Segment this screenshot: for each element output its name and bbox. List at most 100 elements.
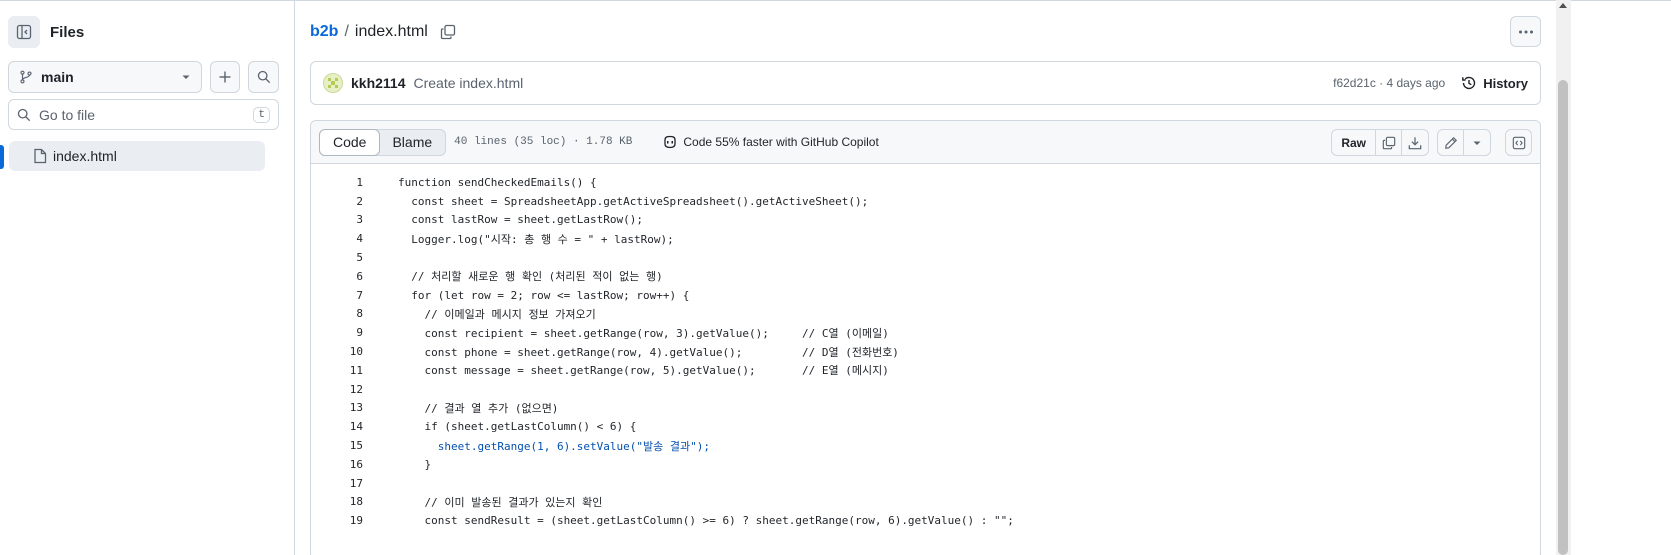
file-icon bbox=[33, 148, 47, 164]
breadcrumb: b2b / index.html bbox=[310, 20, 456, 44]
line-code: const recipient = sheet.getRange(row, 3)… bbox=[398, 326, 889, 340]
line-number[interactable]: 19 bbox=[311, 514, 363, 527]
line-number[interactable]: 7 bbox=[311, 289, 363, 302]
code-line: 13 // 결과 열 추가 (없으면) bbox=[311, 399, 1540, 418]
line-number[interactable]: 10 bbox=[311, 345, 363, 358]
tab-code[interactable]: Code bbox=[319, 128, 381, 156]
sidebar-collapse-icon bbox=[16, 24, 32, 40]
search-icon bbox=[257, 70, 271, 84]
history-label: History bbox=[1483, 75, 1528, 91]
go-to-file-field[interactable]: t bbox=[8, 99, 279, 130]
raw-button[interactable]: Raw bbox=[1332, 130, 1376, 155]
line-code: const phone = sheet.getRange(row, 4).get… bbox=[398, 345, 899, 359]
line-code: // 결과 열 추가 (없으면) bbox=[398, 401, 559, 415]
sidebar-title: Files bbox=[50, 23, 85, 41]
code-line: 2 const sheet = SpreadsheetApp.getActive… bbox=[311, 192, 1540, 211]
breadcrumb-repo-link[interactable]: b2b bbox=[310, 23, 338, 41]
view-mode-toggle: Code Blame bbox=[319, 128, 447, 156]
line-code: for (let row = 2; row <= lastRow; row++)… bbox=[398, 288, 690, 302]
line-code: Logger.log("시작: 총 행 수 = " + lastRow); bbox=[398, 232, 674, 246]
triangle-down-icon bbox=[1472, 138, 1482, 148]
code-line: 11 const message = sheet.getRange(row, 5… bbox=[311, 361, 1540, 380]
code-line: 1 function sendCheckedEmails() { bbox=[311, 173, 1540, 192]
collapse-sidebar-button[interactable] bbox=[8, 16, 40, 48]
line-code: // 처리할 새로운 행 확인 (처리된 적이 없는 행) bbox=[398, 270, 663, 284]
line-number[interactable]: 14 bbox=[311, 420, 363, 433]
pencil-icon bbox=[1444, 136, 1458, 150]
code-line: 16 } bbox=[311, 455, 1540, 474]
download-button[interactable] bbox=[1402, 130, 1428, 155]
line-number[interactable]: 13 bbox=[311, 401, 363, 414]
code-line: 10 const phone = sheet.getRange(row, 4).… bbox=[311, 342, 1540, 361]
line-code: if (sheet.getLastColumn() < 6) { bbox=[398, 420, 637, 434]
plus-icon bbox=[218, 70, 232, 84]
copy-path-button[interactable] bbox=[440, 24, 456, 40]
line-number[interactable]: 15 bbox=[311, 439, 363, 452]
line-code: const message = sheet.getRange(row, 5).g… bbox=[398, 364, 889, 378]
sidebar-header: Files bbox=[8, 16, 84, 48]
raw-actions-group: Raw bbox=[1331, 129, 1429, 156]
more-options-button[interactable] bbox=[1510, 16, 1541, 47]
line-code: const sheet = SpreadsheetApp.getActiveSp… bbox=[398, 194, 869, 208]
edit-button[interactable] bbox=[1438, 130, 1464, 155]
code-line: 7 for (let row = 2; row <= lastRow; row+… bbox=[311, 286, 1540, 305]
page-scrollbar-thumb[interactable] bbox=[1558, 80, 1568, 555]
code-line: 15 sheet.getRange(1, 6).setValue("발송 결과"… bbox=[311, 436, 1540, 455]
commit-message[interactable]: Create index.html bbox=[414, 75, 524, 91]
copy-raw-button[interactable] bbox=[1376, 130, 1402, 155]
commit-meta[interactable]: f62d21c · 4 days ago bbox=[1333, 76, 1445, 90]
line-number[interactable]: 4 bbox=[311, 232, 363, 245]
search-button[interactable] bbox=[248, 61, 279, 93]
go-to-file-input[interactable] bbox=[39, 106, 254, 123]
code-content: 1 function sendCheckedEmails() {2 const s… bbox=[311, 164, 1540, 530]
code-line: 18 // 이미 발송된 결과가 있는지 확인 bbox=[311, 493, 1540, 512]
tree-item-index-html[interactable]: index.html bbox=[9, 141, 265, 171]
tab-blame[interactable]: Blame bbox=[379, 130, 445, 155]
code-line: 3 const lastRow = sheet.getLastRow(); bbox=[311, 211, 1540, 230]
line-number[interactable]: 3 bbox=[311, 213, 363, 226]
add-file-button[interactable] bbox=[209, 61, 241, 93]
scroll-up-arrow[interactable] bbox=[1559, 3, 1567, 8]
commit-author[interactable]: kkh2114 bbox=[351, 75, 406, 91]
line-code: sheet.getRange(1, 6).setValue("발송 결과"); bbox=[398, 439, 711, 453]
file-stats: 40 lines (35 loc) · 1.78 KB bbox=[454, 136, 633, 148]
line-number[interactable]: 16 bbox=[311, 458, 363, 471]
triangle-down-icon bbox=[181, 72, 191, 82]
avatar[interactable] bbox=[323, 73, 343, 93]
symbols-icon bbox=[1512, 136, 1526, 150]
line-number[interactable]: 8 bbox=[311, 307, 363, 320]
branch-selector[interactable]: main bbox=[8, 61, 202, 93]
download-icon bbox=[1408, 136, 1422, 150]
history-button[interactable]: History bbox=[1461, 75, 1528, 91]
code-line: 4 Logger.log("시작: 총 행 수 = " + lastRow); bbox=[311, 229, 1540, 248]
symbols-panel-button[interactable] bbox=[1505, 129, 1532, 156]
line-number[interactable]: 9 bbox=[311, 326, 363, 339]
line-number[interactable]: 1 bbox=[311, 176, 363, 189]
copilot-text: Code 55% faster with GitHub Copilot bbox=[683, 135, 879, 149]
copilot-icon bbox=[662, 135, 678, 149]
line-number[interactable]: 18 bbox=[311, 495, 363, 508]
line-number[interactable]: 11 bbox=[311, 364, 363, 377]
line-number[interactable]: 5 bbox=[311, 251, 363, 264]
shortcut-hint: t bbox=[253, 106, 270, 123]
file-tree-sidebar: Files main t bbox=[0, 1, 295, 555]
git-branch-icon bbox=[19, 70, 33, 84]
copy-icon bbox=[1382, 136, 1396, 150]
line-code: const lastRow = sheet.getLastRow(); bbox=[398, 213, 644, 227]
line-number[interactable]: 17 bbox=[311, 477, 363, 490]
file-viewer: Code Blame 40 lines (35 loc) · 1.78 KB C… bbox=[310, 120, 1541, 555]
code-line: 12 bbox=[311, 380, 1540, 399]
line-code: // 이메일과 메시지 정보 가져오기 bbox=[398, 307, 596, 321]
line-code: // 이미 발송된 결과가 있는지 확인 bbox=[398, 495, 603, 509]
line-number[interactable]: 6 bbox=[311, 270, 363, 283]
code-line: 17 bbox=[311, 474, 1540, 493]
code-line: 19 const sendResult = (sheet.getLastColu… bbox=[311, 511, 1540, 530]
line-number[interactable]: 12 bbox=[311, 383, 363, 396]
code-line: 6 // 처리할 새로운 행 확인 (처리된 적이 없는 행) bbox=[311, 267, 1540, 286]
line-code: } bbox=[398, 457, 432, 471]
line-code: const sendResult = (sheet.getLastColumn(… bbox=[398, 514, 1014, 528]
copilot-promo-link[interactable]: Code 55% faster with GitHub Copilot bbox=[662, 135, 879, 149]
edit-dropdown-button[interactable] bbox=[1464, 130, 1490, 155]
line-number[interactable]: 2 bbox=[311, 195, 363, 208]
breadcrumb-separator: / bbox=[344, 23, 349, 40]
